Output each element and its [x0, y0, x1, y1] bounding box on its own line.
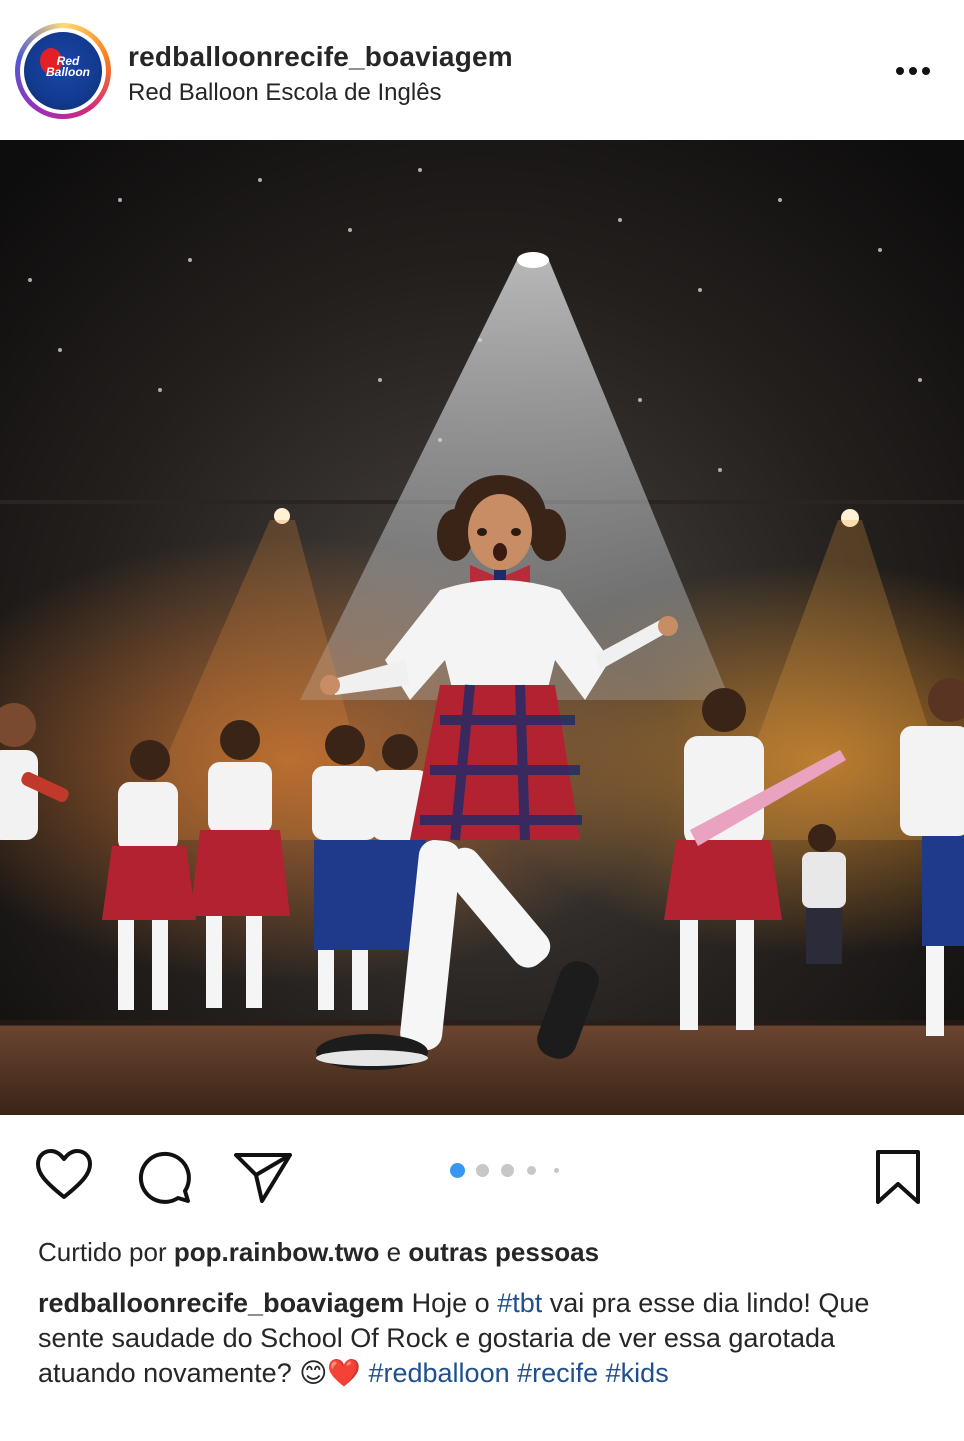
more-options-button[interactable]: [888, 56, 938, 86]
post-header: Red Balloon redballoonrecife_boaviagem R…: [0, 0, 964, 140]
post-author-subtitle[interactable]: Red Balloon Escola de Inglês: [128, 79, 442, 107]
avatar[interactable]: Red Balloon: [15, 23, 111, 119]
hashtag-redballoon[interactable]: #redballoon: [361, 1358, 509, 1388]
hashtag-tbt[interactable]: #tbt: [497, 1288, 542, 1318]
paper-plane-icon[interactable]: [232, 1147, 294, 1207]
more-dot-icon: [909, 67, 917, 75]
likes-summary[interactable]: Curtido por pop.rainbow.two e outras pes…: [38, 1237, 599, 1268]
likes-middle: e: [379, 1237, 409, 1267]
carousel-dot: [476, 1164, 489, 1177]
comment-icon[interactable]: [134, 1147, 194, 1207]
carousel-dot: [527, 1166, 536, 1175]
heart-icon[interactable]: [34, 1147, 94, 1203]
hashtag-kids[interactable]: #kids: [598, 1358, 669, 1388]
carousel-dot-active: [450, 1163, 465, 1178]
post-author-username[interactable]: redballoonrecife_boaviagem: [128, 41, 513, 73]
likes-prefix: Curtido por: [38, 1237, 174, 1267]
more-dot-icon: [896, 67, 904, 75]
emoji-smile-heart-icon: 😊❤️: [299, 1358, 361, 1388]
caption-username[interactable]: redballoonrecife_boaviagem: [38, 1288, 404, 1318]
liked-by-others[interactable]: outras pessoas: [408, 1237, 599, 1267]
hashtag-recife[interactable]: #recife: [510, 1358, 598, 1388]
carousel-dot: [501, 1164, 514, 1177]
bookmark-icon[interactable]: [874, 1148, 922, 1206]
carousel-dot: [554, 1168, 559, 1173]
caption-text: Hoje o: [404, 1288, 498, 1318]
red-balloon-logo: Red Balloon: [24, 32, 102, 110]
liked-by-user[interactable]: pop.rainbow.two: [174, 1237, 380, 1267]
post-image[interactable]: [0, 140, 964, 1115]
more-dot-icon: [922, 67, 930, 75]
stage-performance-photo: [0, 140, 964, 1115]
logo-text: Red Balloon: [46, 54, 90, 79]
post-caption: redballoonrecife_boaviagem Hoje o #tbt v…: [38, 1286, 928, 1391]
